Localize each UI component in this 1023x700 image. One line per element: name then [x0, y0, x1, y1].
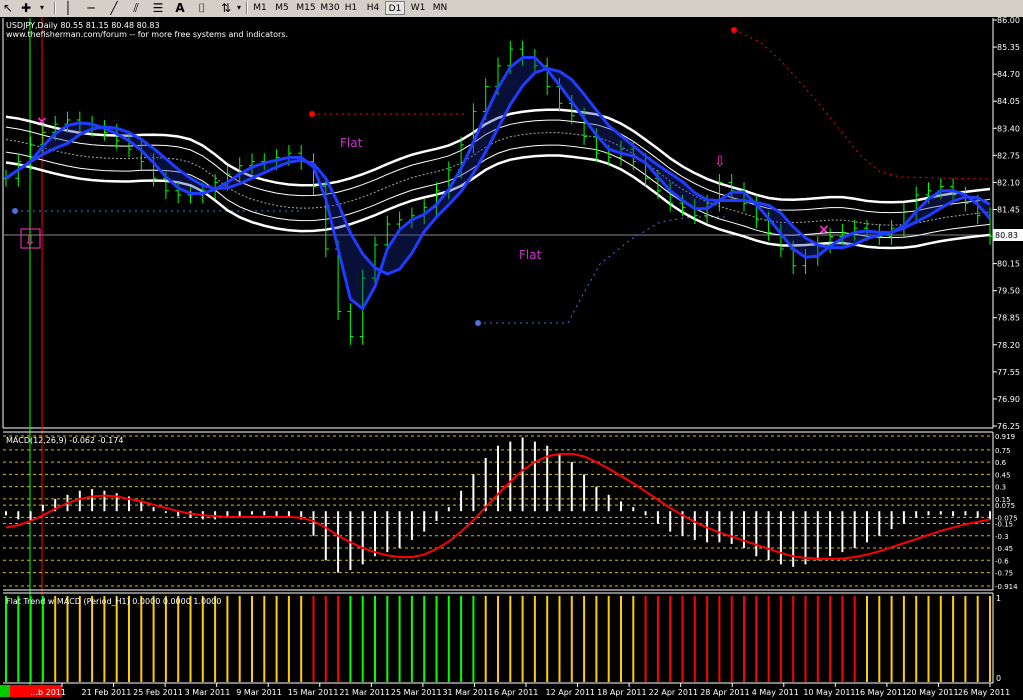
macd-axis-tick-label: -0.45 — [995, 545, 1013, 553]
time-axis-tick-label: 9 Mar 2011 — [236, 688, 282, 697]
time-axis-tick-label: 6 Apr 2011 — [494, 688, 538, 697]
price-axis-tick-label: 84.70 — [997, 70, 1020, 79]
text-label-icon[interactable]: A — [172, 0, 188, 16]
chart-subtitle: www.thefisherman.com/forum -- for more f… — [6, 30, 288, 39]
trendline-icon[interactable]: ╱ — [106, 0, 122, 16]
timeframe-w1-button[interactable]: W1 — [408, 1, 428, 15]
time-axis-tick-label: 25 Feb 2011 — [133, 688, 183, 697]
trend-axis-tick: 1 — [996, 594, 1001, 603]
time-axis-tick-label: 28 Apr 2011 — [700, 688, 749, 697]
price-axis-tick-label: 77.55 — [997, 368, 1020, 377]
chevron-down-icon[interactable]: ▾ — [34, 0, 50, 16]
horizontal-line-icon[interactable]: ─ — [83, 0, 99, 16]
blue-stop-start-marker — [475, 320, 481, 326]
macd-title: MACD(12,26,9) -0.062 -0.174 — [6, 436, 123, 445]
flat-trend-bars — [5, 596, 991, 682]
price-axis-tick-label: 80.15 — [997, 260, 1020, 269]
price-axis-tick-label: 78.85 — [997, 314, 1020, 323]
price-axis-tick-label: 82.10 — [997, 178, 1020, 187]
price-axis-tick-label: 85.35 — [997, 43, 1020, 52]
chevron-down-icon[interactable]: ▾ — [231, 0, 247, 16]
toolbar-separator — [54, 2, 56, 14]
vertical-line-icon[interactable]: │ — [60, 0, 76, 16]
time-axis-tick-label: 26 May 2011 — [958, 688, 1010, 697]
macd-axis-tick-label: 0.6 — [995, 459, 1007, 467]
cursor-icon[interactable]: ↖ — [0, 0, 16, 16]
timeframe-h4-button[interactable]: H4 — [364, 1, 382, 15]
macd-axis-tick-label: -0.3 — [995, 533, 1009, 541]
timeframe-m1-button[interactable]: M1 — [250, 1, 270, 15]
macd-axis-tick-label: 0.919 — [995, 433, 1015, 441]
chart-canvas[interactable]: 80.83 86.00 85.35 84.70 84.05 83.40 82.75 82.1… — [0, 17, 1023, 700]
time-axis-tick-label: 21 Mar 2011 — [339, 688, 390, 697]
time-axis-tick-label: 31 Mar 2011 — [442, 688, 493, 697]
time-axis-tick-label: …b 2011 — [30, 688, 66, 697]
price-axis-tick-label: 86.00 — [997, 17, 1020, 25]
crosshair-date-box-start — [0, 685, 10, 697]
flat-label-upper: Flat — [340, 136, 363, 150]
time-axis-tick-label: 3 Mar 2011 — [185, 688, 231, 697]
time-axis-tick-label: 21 Feb 2011 — [82, 688, 132, 697]
time-axis-tick-label: 4 May 2011 — [752, 688, 799, 697]
time-axis-tick-label: 16 May 2011 — [855, 688, 907, 697]
macd-axis-tick-label: 0.75 — [995, 447, 1011, 455]
price-axis-tick-label: 78.20 — [997, 341, 1020, 350]
timeframe-h1-button[interactable]: H1 — [342, 1, 360, 15]
channel-icon[interactable]: ⫽ — [128, 0, 144, 16]
chart-toolbar: ↖ ✚ ▾ │ ─ ╱ ⫽ ☰ A ⌷ ⇅ ▾ M1 M5 M15 M30 H1… — [0, 0, 1023, 18]
flat-trend-title: Flat Trend w MACD (Period_H1) 0.0000 0.0… — [6, 597, 221, 606]
time-axis-tick-label: 12 Apr 2011 — [546, 688, 595, 697]
macd-axis-tick-label: -0.914 — [995, 583, 1018, 591]
time-axis-tick-label: 18 Apr 2011 — [597, 688, 646, 697]
svg-text:⇩: ⇩ — [24, 233, 36, 249]
timeframe-m30-button[interactable]: M30 — [318, 1, 342, 15]
price-axis-tick-label: 76.25 — [997, 422, 1020, 431]
macd-axis-tick-label: -0.75 — [995, 570, 1013, 578]
toolbar-separator — [246, 2, 248, 14]
price-axis-tick-label: 82.75 — [997, 151, 1020, 160]
fibonacci-icon[interactable]: ☰ — [150, 0, 166, 16]
timeframe-m15-button[interactable]: M15 — [294, 1, 318, 15]
time-axis-tick-label: 20 May 2011 — [906, 688, 958, 697]
price-axis-tick-label: 81.45 — [997, 205, 1020, 214]
price-axis-tick-label: 79.50 — [997, 287, 1020, 296]
time-axis-tick-label: 25 Mar 2011 — [391, 688, 442, 697]
time-axis-tick-label: 22 Apr 2011 — [649, 688, 698, 697]
current-price-label: 80.83 — [995, 231, 1018, 240]
price-axis-tick-label: 76.90 — [997, 395, 1020, 404]
trend-axis-tick: 0 — [996, 674, 1001, 683]
timeframe-d1-button[interactable]: D1 — [385, 1, 405, 15]
macd-axis-tick-label: -0.6 — [995, 557, 1009, 565]
macd-axis-tick-label: 0.45 — [995, 471, 1011, 479]
macd-axis-tick-label: 0.075 — [995, 502, 1015, 510]
macd-axis-tick-label: -0.15 — [995, 520, 1013, 528]
timeframe-m5-button[interactable]: M5 — [272, 1, 292, 15]
flat-label-lower: Flat — [519, 248, 542, 262]
red-stop-start-marker — [731, 27, 737, 33]
time-axis-tick-label: 15 Mar 2011 — [288, 688, 339, 697]
macd-axis-tick-label: 0.3 — [995, 484, 1006, 492]
cross-signal-marker: × — [36, 114, 48, 130]
blue-stop-marker — [12, 208, 18, 214]
time-axis-tick-label: 10 May 2011 — [803, 688, 855, 697]
red-stop-marker — [309, 111, 315, 117]
price-axis-tick-label: 83.40 — [997, 124, 1020, 133]
chart-title: USDJPY,Daily 80.55 81.15 80.48 80.83 — [6, 21, 160, 30]
sell-arrow-icon: ⇩ — [714, 154, 726, 170]
cross-signal-marker: × — [818, 222, 830, 238]
price-axis-tick-label: 84.05 — [997, 97, 1020, 106]
crosshair-icon[interactable]: ✚ — [18, 0, 34, 16]
timeframe-mn-button[interactable]: MN — [430, 1, 450, 15]
label-icon[interactable]: ⌷ — [194, 0, 210, 16]
